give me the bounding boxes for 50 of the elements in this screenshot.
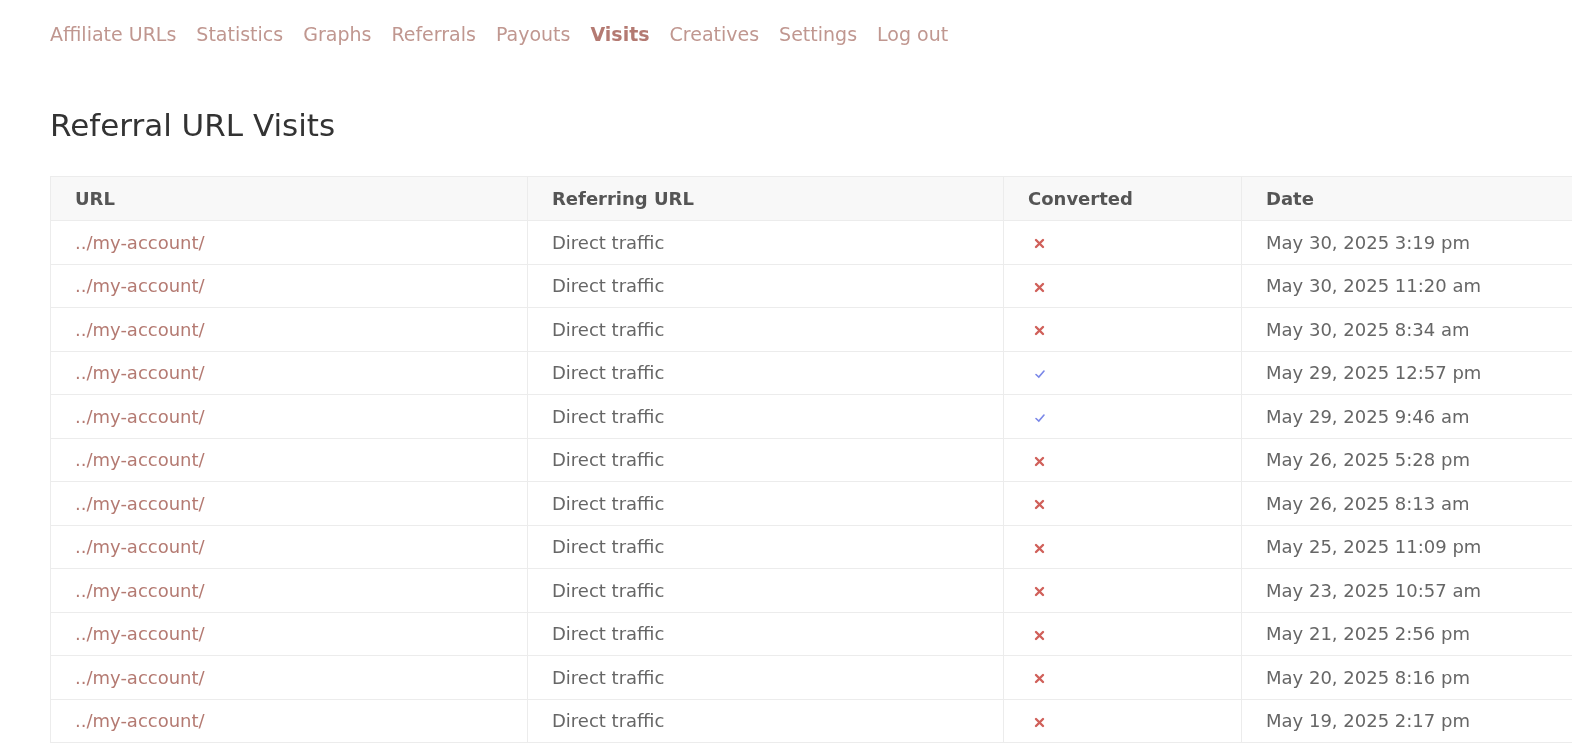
referrer-text: Direct traffic [552, 579, 665, 601]
url-link[interactable]: ../my-account/ [75, 623, 205, 645]
referrer-text: Direct traffic [552, 231, 665, 253]
nav-link[interactable]: Payouts [495, 19, 571, 49]
date-text: May 21, 2025 2:56 pm [1266, 623, 1470, 645]
date-text: May 29, 2025 12:57 pm [1266, 362, 1482, 384]
url-link[interactable]: ../my-account/ [75, 405, 205, 427]
referrer-text: Direct traffic [552, 405, 665, 427]
url-link[interactable]: ../my-account/ [75, 318, 205, 340]
url-link[interactable]: ../my-account/ [75, 536, 205, 558]
date-text: May 30, 2025 3:19 pm [1266, 231, 1470, 253]
url-link[interactable]: ../my-account/ [75, 449, 205, 471]
nav-link[interactable]: Visits [590, 19, 650, 49]
date-text: May 20, 2025 8:16 pm [1266, 666, 1470, 688]
nav-link[interactable]: Affiliate URLs [50, 19, 177, 49]
column-header: Date [1266, 188, 1314, 209]
column-header: Referring URL [552, 188, 694, 209]
referrer-text: Direct traffic [552, 710, 665, 732]
date-text: May 23, 2025 10:57 am [1266, 579, 1481, 601]
url-link[interactable]: ../my-account/ [75, 275, 205, 297]
url-link[interactable]: ../my-account/ [75, 492, 205, 514]
date-text: May 19, 2025 2:17 pm [1266, 710, 1470, 732]
nav-link[interactable]: Creatives [669, 19, 760, 49]
column-header: URL [75, 188, 115, 209]
referrer-text: Direct traffic [552, 623, 665, 645]
nav-link[interactable]: Log out [877, 19, 949, 49]
date-text: May 30, 2025 11:20 am [1266, 275, 1481, 297]
referrer-text: Direct traffic [552, 492, 665, 514]
date-text: May 26, 2025 8:13 am [1266, 492, 1470, 514]
url-link[interactable]: ../my-account/ [75, 362, 205, 384]
referrer-text: Direct traffic [552, 666, 665, 688]
date-text: May 29, 2025 9:46 am [1266, 405, 1470, 427]
referrer-text: Direct traffic [552, 536, 665, 558]
url-link[interactable]: ../my-account/ [75, 579, 205, 601]
date-text: May 25, 2025 11:09 pm [1266, 536, 1482, 558]
url-link[interactable]: ../my-account/ [75, 666, 205, 688]
nav-link[interactable]: Graphs [303, 19, 372, 49]
url-link[interactable]: ../my-account/ [75, 231, 205, 253]
url-link[interactable]: ../my-account/ [75, 710, 205, 732]
nav-link[interactable]: Settings [779, 19, 858, 49]
date-text: May 30, 2025 8:34 am [1266, 318, 1470, 340]
date-text: May 26, 2025 5:28 pm [1266, 449, 1470, 471]
page-heading: Referral URL Visits [50, 106, 336, 145]
nav-link[interactable]: Referrals [391, 19, 476, 49]
nav-link[interactable]: Statistics [196, 19, 284, 49]
referrer-text: Direct traffic [552, 362, 665, 384]
column-header: Converted [1028, 188, 1133, 209]
referrer-text: Direct traffic [552, 318, 665, 340]
referrer-text: Direct traffic [552, 449, 665, 471]
referrer-text: Direct traffic [552, 275, 665, 297]
